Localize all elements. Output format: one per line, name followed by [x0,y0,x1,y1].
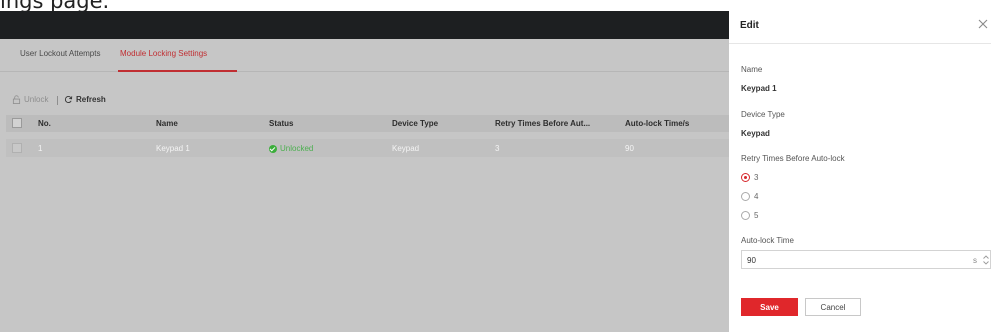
column-header-auto-lock-time: Auto-lock Time/s [625,119,690,128]
close-icon[interactable] [976,17,990,31]
top-navigation-bar [0,11,729,39]
name-label: Name [741,65,763,74]
tab-module-locking-settings[interactable]: Module Locking Settings [120,49,207,58]
active-tab-indicator [118,70,237,72]
table-header: No. Name Status Device Type Retry Times … [6,115,729,132]
row-retry-times: 3 [495,144,500,153]
row-auto-lock-time: 90 [625,144,634,153]
check-circle-icon [269,144,277,153]
row-status: Unlocked [269,144,313,153]
radio-icon [741,211,750,220]
tab-user-lockout-attempts[interactable]: User Lockout Attempts [20,49,100,58]
select-all-checkbox[interactable] [12,118,22,128]
retry-option-label: 3 [754,173,759,182]
name-value: Keypad 1 [741,84,777,93]
row-checkbox[interactable] [12,143,22,153]
row-device-type: Keypad [392,144,420,153]
number-stepper-icon[interactable] [982,253,990,267]
device-type-label: Device Type [741,110,785,119]
refresh-label: Refresh [76,95,106,104]
auto-lock-time-label: Auto-lock Time [741,236,794,245]
row-no: 1 [38,144,43,153]
radio-icon [741,173,750,182]
status-text: Unlocked [280,144,314,153]
tab-bar: User Lockout Attempts Module Locking Set… [0,39,729,72]
unlock-button[interactable]: Unlock [12,95,48,104]
screen: ings page. User Lockout Attempts Module … [0,0,991,332]
auto-lock-time-unit: s [973,256,977,265]
save-button[interactable]: Save [741,298,798,316]
retry-option-4[interactable]: 4 [741,192,758,201]
cancel-button[interactable]: Cancel [805,298,861,316]
column-header-retry-times: Retry Times Before Aut... [495,119,591,128]
toolbar-divider [57,96,58,105]
refresh-button[interactable]: Refresh [64,95,106,104]
refresh-icon [64,96,73,103]
auto-lock-time-input[interactable]: 90 s [741,250,991,269]
column-header-device-type: Device Type [392,119,439,128]
drawer-divider [729,43,991,44]
drawer-title: Edit [740,20,759,31]
retry-option-label: 4 [754,192,759,201]
table-row[interactable]: 1 Keypad 1 Unlocked Keypad 3 90 [6,139,729,157]
main-app-area: User Lockout Attempts Module Locking Set… [0,11,729,332]
document-caption: ings page. [0,0,740,11]
row-name: Keypad 1 [156,144,190,153]
retry-times-label: Retry Times Before Auto-lock [741,154,845,163]
retry-option-5[interactable]: 5 [741,211,758,220]
device-type-value: Keypad [741,129,770,138]
column-header-no: No. [38,119,51,128]
column-header-status: Status [269,119,294,128]
radio-icon [741,192,750,201]
unlock-label: Unlock [24,95,49,104]
caption-text: ings page. [0,0,109,11]
retry-option-3[interactable]: 3 [741,173,758,182]
edit-drawer: Edit Name Keypad 1 Device Type Keypad Re… [729,0,991,332]
auto-lock-time-value: 90 [747,256,756,265]
column-header-name: Name [156,119,178,128]
retry-option-label: 5 [754,211,759,220]
unlock-icon [12,95,21,104]
